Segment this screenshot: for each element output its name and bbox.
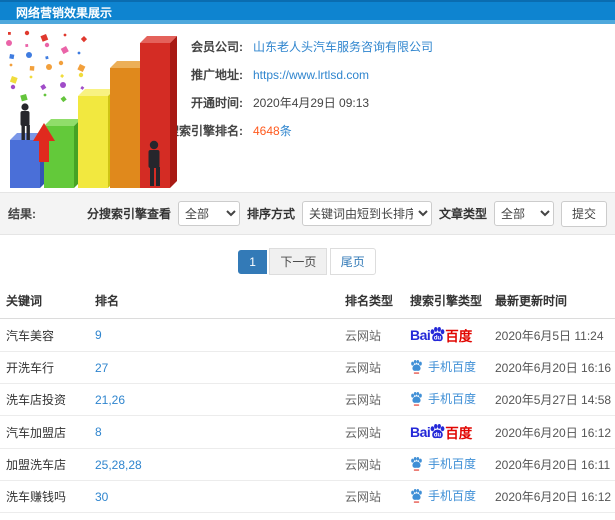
bar-chart-illustration [2, 28, 187, 193]
table-row: 开洗车行 27 云网站 手机百度 2020年6月20日 16:16 [0, 351, 615, 384]
engine-type-cell: Bai du 百度 [405, 415, 490, 449]
page-title: 网络营销效果展示 [16, 5, 113, 20]
rank-cell: 30 [90, 512, 340, 520]
header-rank: 排名 [90, 284, 340, 319]
pagination: 1 下一页 尾页 [0, 235, 615, 284]
page-1-button[interactable]: 1 [238, 249, 267, 274]
baidu-paw-icon: du [430, 423, 445, 438]
updated-time-cell: 2020年6月18日 14:27 [490, 512, 615, 520]
engine-type-cell: Bai du 百度 [405, 318, 490, 352]
sort-filter-label: 排序方式 [246, 207, 295, 221]
promo-url-row: 推广地址: https://www.lrtlsd.com [148, 66, 615, 82]
rank-link[interactable]: 25,28,28 [95, 458, 142, 472]
baidu-mobile-logo: 手机百度 [410, 455, 476, 472]
engine-type-cell: 手机百度 [405, 480, 490, 513]
article-type-label: 文章类型 [438, 207, 487, 221]
rank-type-cell: 云网站 [340, 448, 405, 481]
updated-time-cell: 2020年6月20日 16:11 [490, 448, 615, 481]
results-table: 关键词 排名 排名类型 搜索引擎类型 最新更新时间 汽车美容 9 云网站 Bai d… [0, 284, 615, 520]
info-section: 会员公司: 山东老人头汽车服务咨询有限公司 推广地址: https://www.… [0, 24, 615, 192]
updated-time-cell: 2020年6月20日 16:16 [490, 351, 615, 384]
growth-chart-graphic [6, 30, 177, 188]
engine-type-cell: 手机百度 [405, 383, 490, 416]
app-window: 网络营销效果展示 会员公司: 山东老人头汽车服务咨询有限公司 推广地址: htt… [0, 0, 615, 520]
keyword-cell: 汽车加盟店 [0, 415, 90, 449]
engine-type-cell: 手机百度 [405, 351, 490, 384]
member-company-row: 会员公司: 山东老人头汽车服务咨询有限公司 [148, 38, 615, 55]
open-time-row: 开通时间: 2020年4月29日 09:13 [148, 94, 615, 110]
submit-button[interactable]: 提交 [560, 200, 607, 227]
baidu-paw-icon [411, 391, 422, 406]
open-time-value: 2020年4月29日 09:13 [253, 96, 370, 110]
rank-link[interactable]: 21,26 [95, 393, 125, 407]
company-link[interactable]: 山东老人头汽车服务咨询有限公司 [253, 38, 433, 55]
promo-url-link[interactable]: https://www.lrtlsd.com [253, 68, 369, 82]
rank-cell: 9 [90, 318, 340, 352]
keyword-cell: 洗车店投资 [0, 383, 90, 416]
baidu-pc-logo: Bai du 百度 [410, 326, 473, 344]
header-engine-type: 搜索引擎类型 [405, 284, 490, 319]
baidu-mobile-logo: 手机百度 [410, 487, 476, 504]
rank-type-cell: 云网站 [340, 480, 405, 513]
last-page-button[interactable]: 尾页 [329, 248, 376, 275]
baidu-mobile-logo: 手机百度 [410, 358, 476, 375]
rank-link[interactable]: 30 [95, 490, 108, 504]
header-updated-time: 最新更新时间 [490, 284, 615, 319]
table-row: 汽车加盟店 8 云网站 Bai du 百度 2020年6月20日 16:12 [0, 415, 615, 449]
sort-select[interactable]: 关键词由短到长排序 [301, 201, 432, 226]
rank-link[interactable]: 9 [95, 328, 102, 342]
rank-type-cell: 云网站 [340, 512, 405, 520]
baidu-paw-icon: du [430, 326, 445, 341]
header-keyword: 关键词 [0, 284, 90, 319]
engine-type-cell: 手机百度 [405, 448, 490, 481]
rank-type-cell: 云网站 [340, 415, 405, 449]
rank-cell: 30 [90, 480, 340, 513]
keyword-cell: 开洗车行 [0, 351, 90, 384]
updated-time-cell: 2020年6月20日 16:12 [490, 415, 615, 449]
header-rank-type: 排名类型 [340, 284, 405, 319]
keyword-cell: 加盟洗车店 [0, 448, 90, 481]
table-row: 汽车美容 9 云网站 Bai du 百度 2020年6月5日 11:24 [0, 318, 615, 352]
baidu-paw-icon [411, 359, 422, 374]
table-row: 洗车赚钱吗 30 云网站 手机百度 2020年6月20日 16:12 [0, 480, 615, 513]
table-header-row: 关键词 排名 排名类型 搜索引擎类型 最新更新时间 [0, 284, 615, 319]
engine-rank-unit: 条 [279, 124, 292, 138]
table-row: 加盟洗车店 25,28,28 云网站 手机百度 2020年6月20日 16:11 [0, 448, 615, 481]
rank-cell: 25,28,28 [90, 448, 340, 481]
engine-filter-label: 分搜索引擎查看 [86, 207, 171, 221]
engine-rank-count: 4648 [253, 124, 280, 138]
table-row: 洗车店利润30云网站 手机百度2020年6月18日 14:27 [0, 512, 615, 520]
title-bar: 网络营销效果展示 [0, 0, 615, 24]
rank-link[interactable]: 27 [95, 361, 108, 375]
rank-link[interactable]: 8 [95, 425, 102, 439]
engine-rank-row: 搜索引擎排名: 4648 条 [148, 122, 615, 138]
rank-cell: 27 [90, 351, 340, 384]
baidu-paw-icon [411, 456, 422, 471]
engine-select[interactable]: 全部 [177, 201, 240, 226]
keyword-cell: 洗车赚钱吗 [0, 480, 90, 513]
keyword-cell: 汽车美容 [0, 318, 90, 352]
table-row: 洗车店投资 21,26 云网站 手机百度 2020年5月27日 14:58 [0, 383, 615, 416]
svg-text:du: du [434, 335, 442, 341]
updated-time-cell: 2020年5月27日 14:58 [490, 383, 615, 416]
rank-cell: 21,26 [90, 383, 340, 416]
filter-controls: 分搜索引擎查看 全部 排序方式 关键词由短到长排序 文章类型 全部 提交 [86, 200, 607, 227]
next-page-button[interactable]: 下一页 [269, 248, 328, 275]
keyword-cell: 洗车店利润 [0, 512, 90, 520]
updated-time-cell: 2020年6月20日 16:12 [490, 480, 615, 513]
baidu-pc-logo: Bai du 百度 [410, 423, 473, 441]
svg-text:du: du [434, 432, 442, 438]
updated-time-cell: 2020年6月5日 11:24 [490, 318, 615, 352]
filter-bar: 结果: 分搜索引擎查看 全部 排序方式 关键词由短到长排序 文章类型 全部 提交 [0, 192, 615, 235]
engine-type-cell: 手机百度 [405, 512, 490, 520]
article-type-select[interactable]: 全部 [493, 201, 554, 226]
rank-type-cell: 云网站 [340, 383, 405, 416]
baidu-paw-icon [411, 488, 422, 503]
rank-cell: 8 [90, 415, 340, 449]
baidu-mobile-logo: 手机百度 [410, 390, 476, 407]
rank-type-cell: 云网站 [340, 351, 405, 384]
rank-type-cell: 云网站 [340, 318, 405, 352]
result-label: 结果: [8, 207, 36, 221]
